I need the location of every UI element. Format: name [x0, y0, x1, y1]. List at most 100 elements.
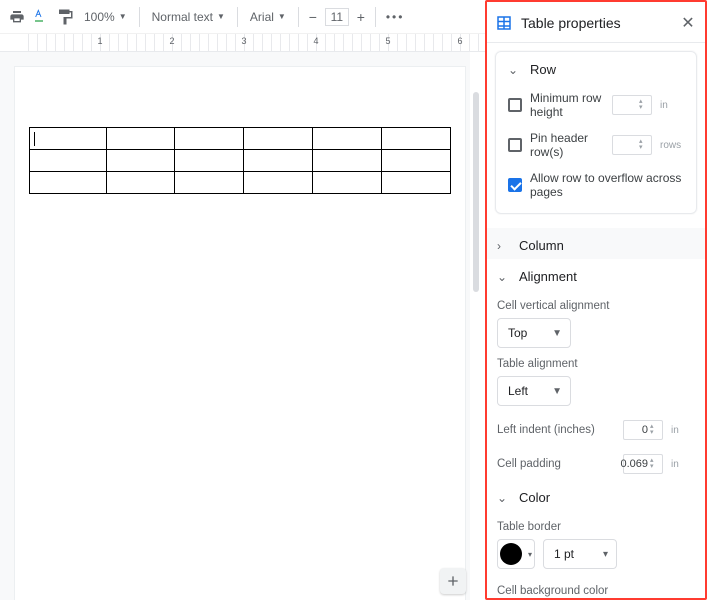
- alignment-section-label: Alignment: [519, 269, 577, 284]
- table-cell[interactable]: [106, 128, 175, 150]
- dropdown-icon: ▼: [119, 12, 127, 21]
- table-cell[interactable]: [313, 172, 382, 194]
- dropdown-icon: ▾: [528, 550, 532, 559]
- border-color-swatch: [500, 543, 522, 565]
- table-cell[interactable]: [244, 150, 313, 172]
- table-cell[interactable]: [382, 150, 451, 172]
- font-size-increase[interactable]: +: [353, 9, 369, 25]
- cell-va-dropdown[interactable]: Top ▼: [497, 318, 571, 348]
- chevron-right-icon: ›: [497, 239, 509, 253]
- spellcheck-icon[interactable]: [30, 6, 52, 28]
- column-section-label: Column: [519, 238, 564, 253]
- left-indent-label: Left indent (inches): [497, 424, 615, 436]
- row-section-card: ⌄ Row Minimum row height ▴▾ in Pin heade…: [495, 51, 697, 214]
- dropdown-icon: ▼: [552, 328, 562, 339]
- print-icon[interactable]: [6, 6, 28, 28]
- pin-header-rows-input[interactable]: ▴▾: [612, 135, 652, 155]
- style-dropdown[interactable]: Normal text ▼: [146, 10, 231, 24]
- paint-format-icon[interactable]: [54, 6, 76, 28]
- table-properties-panel: Table properties ✕ ⌄ Row Minimum row hei…: [485, 0, 707, 600]
- left-indent-input[interactable]: 0▴▾: [623, 420, 663, 440]
- pin-header-rows-label: Pin header row(s): [530, 131, 604, 159]
- left-indent-row: Left indent (inches) 0▴▾ in: [497, 420, 695, 440]
- allow-overflow-checkbox[interactable]: [508, 178, 522, 192]
- cell-va-label: Cell vertical alignment: [497, 300, 695, 312]
- border-color-dropdown[interactable]: ▾: [497, 539, 535, 569]
- table-align-label: Table alignment: [497, 358, 695, 370]
- font-dropdown[interactable]: Arial ▼: [244, 10, 292, 24]
- alignment-section-header[interactable]: ⌄ Alignment: [487, 259, 705, 290]
- chevron-down-icon: ⌄: [508, 63, 520, 77]
- table-cell[interactable]: [30, 150, 107, 172]
- row-section-label: Row: [530, 62, 556, 77]
- column-section-header[interactable]: › Column: [487, 228, 705, 259]
- table-cell[interactable]: [313, 128, 382, 150]
- zoom-dropdown[interactable]: 100% ▼: [78, 10, 133, 24]
- alignment-section: Cell vertical alignment Top ▼ Table alig…: [487, 300, 705, 480]
- cell-padding-input[interactable]: 0.069▴▾: [623, 454, 663, 474]
- style-value: Normal text: [152, 10, 213, 24]
- pin-header-rows-option[interactable]: Pin header row(s) ▴▾ rows: [498, 123, 694, 163]
- cell-padding-label: Cell padding: [497, 458, 615, 470]
- table-cell[interactable]: [30, 128, 107, 150]
- document-area[interactable]: [0, 52, 482, 600]
- dropdown-icon: ▼: [552, 386, 562, 397]
- left-indent-unit: in: [671, 425, 695, 436]
- color-section-label: Color: [519, 490, 550, 505]
- pin-header-rows-checkbox[interactable]: [508, 138, 522, 152]
- separator: [298, 7, 299, 27]
- cell-padding-unit: in: [671, 459, 695, 470]
- chevron-down-icon: ⌄: [497, 270, 509, 284]
- panel-title: Table properties: [521, 15, 671, 31]
- chevron-down-icon: ⌄: [497, 491, 509, 505]
- table-icon: [495, 14, 513, 32]
- table-cell[interactable]: [313, 150, 382, 172]
- separator: [375, 7, 376, 27]
- border-width-dropdown[interactable]: 1 pt ▾: [543, 539, 617, 569]
- dropdown-icon: ▼: [217, 12, 225, 21]
- more-icon[interactable]: •••: [386, 10, 405, 24]
- table-cell[interactable]: [106, 172, 175, 194]
- color-section-header[interactable]: ⌄ Color: [487, 480, 705, 511]
- scrollbar[interactable]: [470, 52, 482, 600]
- table-align-dropdown[interactable]: Left ▼: [497, 376, 571, 406]
- table-cell[interactable]: [175, 172, 244, 194]
- panel-header: Table properties ✕: [487, 3, 705, 43]
- table-cell[interactable]: [175, 128, 244, 150]
- font-size-stepper: − 11 +: [305, 8, 369, 26]
- table-cell[interactable]: [382, 172, 451, 194]
- font-value: Arial: [250, 10, 274, 24]
- allow-overflow-label: Allow row to overflow across pages: [530, 171, 684, 199]
- font-size-decrease[interactable]: −: [305, 9, 321, 25]
- table-cell[interactable]: [244, 128, 313, 150]
- dropdown-icon: ▼: [278, 12, 286, 21]
- min-row-height-unit: in: [660, 100, 684, 111]
- table-cell[interactable]: [382, 128, 451, 150]
- row-section-header[interactable]: ⌄ Row: [498, 54, 694, 83]
- cell-padding-row: Cell padding 0.069▴▾ in: [497, 454, 695, 474]
- table-cell[interactable]: [175, 150, 244, 172]
- page[interactable]: [14, 66, 466, 600]
- separator: [139, 7, 140, 27]
- pin-header-rows-unit: rows: [660, 140, 684, 151]
- min-row-height-input[interactable]: ▴▾: [612, 95, 652, 115]
- min-row-height-checkbox[interactable]: [508, 98, 522, 112]
- document-table[interactable]: [29, 127, 451, 194]
- dropdown-icon: ▾: [603, 549, 608, 560]
- explore-button[interactable]: [440, 568, 466, 594]
- table-cell[interactable]: [244, 172, 313, 194]
- table-cell[interactable]: [30, 172, 107, 194]
- cell-bg-label: Cell background color: [497, 585, 695, 597]
- color-section: Table border ▾ 1 pt ▾ Cell background co…: [487, 521, 705, 597]
- zoom-value: 100%: [84, 10, 115, 24]
- min-row-height-label: Minimum row height: [530, 91, 604, 119]
- table-border-label: Table border: [497, 521, 695, 533]
- panel-body[interactable]: ⌄ Row Minimum row height ▴▾ in Pin heade…: [487, 43, 705, 597]
- font-size-input[interactable]: 11: [325, 8, 349, 26]
- allow-overflow-option[interactable]: Allow row to overflow across pages: [498, 163, 694, 203]
- separator: [237, 7, 238, 27]
- close-icon[interactable]: ✕: [679, 14, 697, 32]
- table-cell[interactable]: [106, 150, 175, 172]
- min-row-height-option[interactable]: Minimum row height ▴▾ in: [498, 83, 694, 123]
- text-cursor: [34, 132, 35, 146]
